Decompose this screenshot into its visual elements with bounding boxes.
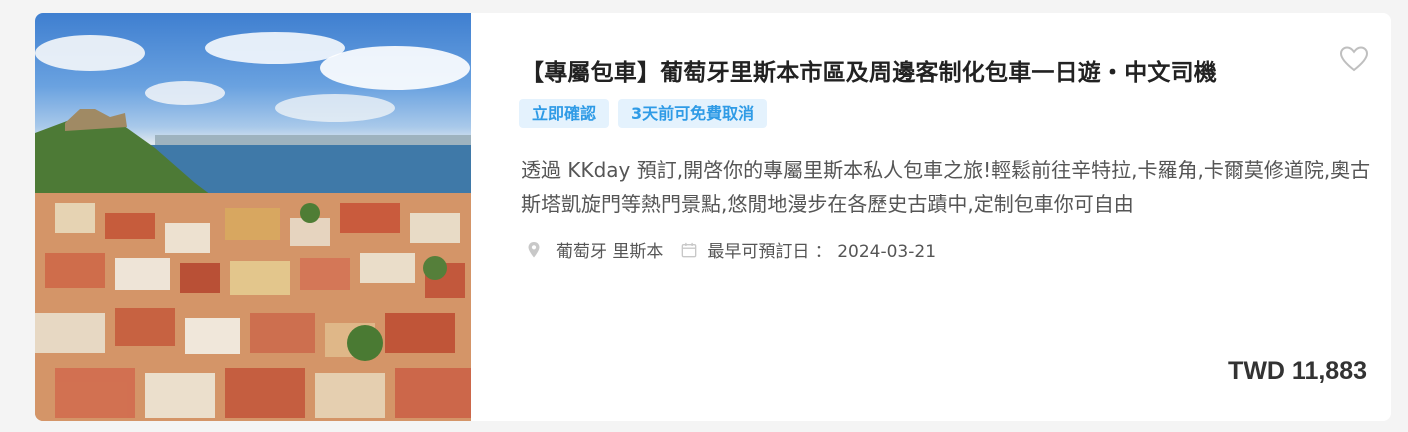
product-photo[interactable] [35,13,471,421]
tag-list: 立即確認 3天前可免費取消 [519,99,768,128]
product-price: TWD 11,883 [1228,357,1367,385]
product-card[interactable]: 【專屬包車】葡萄牙里斯本市區及周邊客制化包車一日遊・中文司機 立即確認 3天前可… [35,13,1391,421]
product-meta: 葡萄牙 里斯本 最早可預訂日 ： 2024-03-21 [526,237,936,262]
calendar-icon [682,242,697,257]
earliest-date-text: 最早可預訂日 ： 2024-03-21 [707,242,937,262]
product-info: 【專屬包車】葡萄牙里斯本市區及周邊客制化包車一日遊・中文司機 立即確認 3天前可… [471,13,1391,421]
product-title[interactable]: 【專屬包車】葡萄牙里斯本市區及周邊客制化包車一日遊・中文司機 [521,53,1217,87]
tag-free-cancellation: 3天前可免費取消 [618,99,768,128]
lisbon-city-image [35,32,471,421]
map-pin-icon [528,241,540,257]
favorite-heart-icon[interactable] [1339,45,1369,73]
product-description: 透過 KKday 預訂,開啓你的專屬里斯本私人包車之旅!輕鬆前往辛特拉,卡羅角,… [521,158,1371,216]
tag-instant-confirm: 立即確認 [519,99,610,128]
location-text: 葡萄牙 里斯本 [556,242,664,262]
